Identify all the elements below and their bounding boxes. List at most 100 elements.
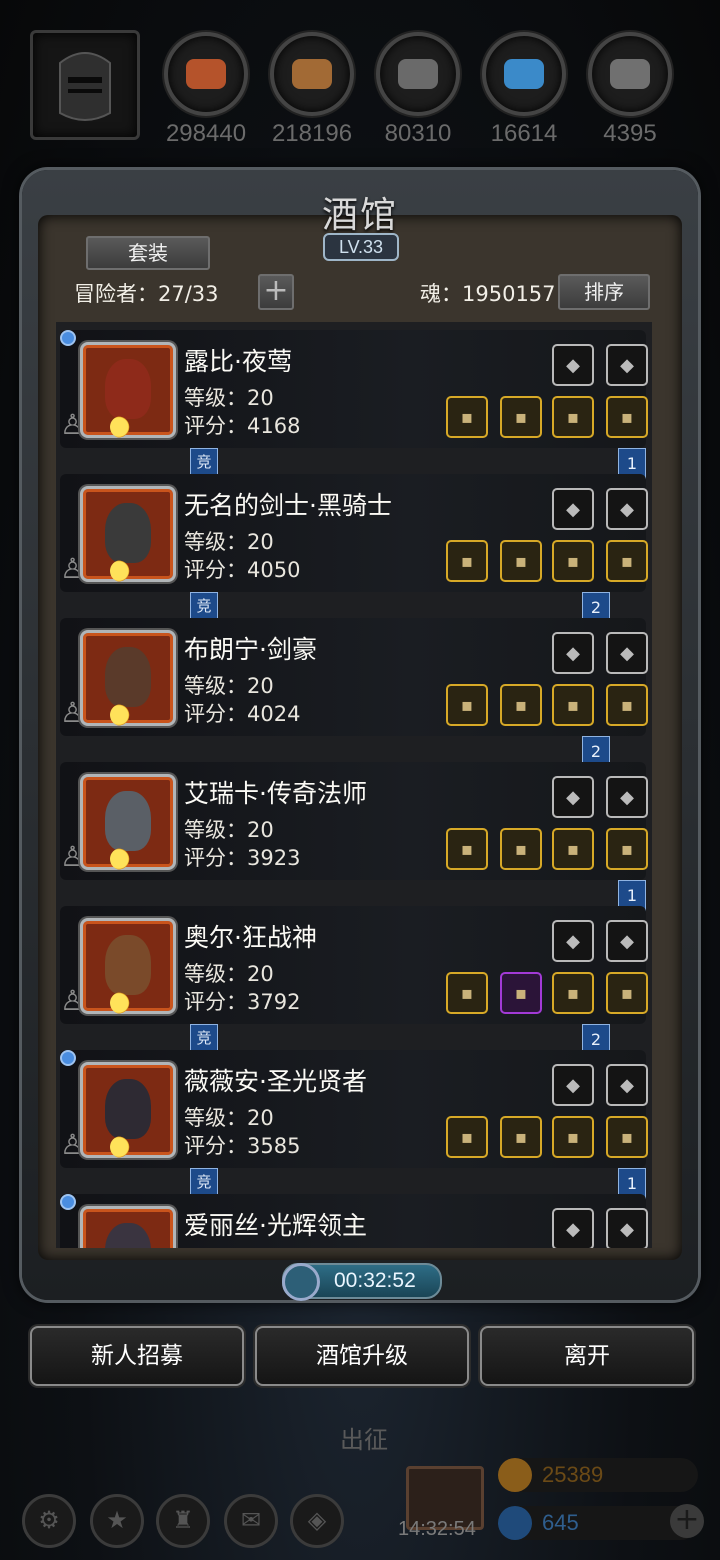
equipment-slot[interactable]: ▪: [606, 540, 648, 582]
suit-button[interactable]: 套装: [86, 236, 210, 270]
crystal-icon: [482, 32, 566, 116]
equipment-slot[interactable]: ▪: [606, 972, 648, 1014]
hero-score: 评分：4024: [184, 702, 301, 726]
equipment-slot[interactable]: ▪: [606, 1116, 648, 1158]
hero-card[interactable]: ♙爱丽丝·光辉领主◆◆: [60, 1194, 648, 1248]
accessory-slot[interactable]: ◆: [552, 920, 594, 962]
gem-icon: [498, 1506, 532, 1540]
new-dot-icon: [60, 330, 76, 346]
accessory-slot[interactable]: ◆: [552, 1208, 594, 1248]
refresh-timer: 00:32:52: [282, 1263, 442, 1301]
equipment-slot[interactable]: ▪: [500, 1116, 542, 1158]
resource-1[interactable]: 218196: [270, 32, 354, 148]
recruit-button[interactable]: 新人招募: [30, 1326, 244, 1386]
deploy-label[interactable]: 出征: [340, 1420, 388, 1455]
hero-level: 等级：20: [184, 818, 274, 842]
moon-icon: [110, 560, 132, 582]
accessory-slot[interactable]: ◆: [552, 632, 594, 674]
equipment-slot[interactable]: ▪: [446, 972, 488, 1014]
accessory-slot[interactable]: ◆: [606, 488, 648, 530]
wood-icon: [270, 32, 354, 116]
hero-list[interactable]: ♙ 露比·夜莺 等级：20 评分：4168 ◆ ◆ ▪ ▪ ▪ ▪ 竞 1 ♙ 无名的剑士·黑骑士 等级：2…: [56, 322, 652, 1248]
hero-portrait[interactable]: [80, 1206, 176, 1248]
equipment-slot[interactable]: ▪: [606, 396, 648, 438]
hero-card[interactable]: ♙ 奥尔·狂战神 等级：20 评分：3792 ◆ ◆ ▪ ▪ ▪ ▪: [60, 906, 648, 1024]
equipment-slot[interactable]: ▪: [552, 684, 594, 726]
equipment-slot[interactable]: ▪: [606, 828, 648, 870]
hero-score: 评分：3585: [184, 1134, 301, 1158]
equipment-slot[interactable]: ▪: [552, 828, 594, 870]
equipment-slot[interactable]: ▪: [500, 684, 542, 726]
equipment-slot[interactable]: ▪: [606, 684, 648, 726]
hero-name: 奥尔·狂战神: [184, 923, 317, 952]
accessory-slot[interactable]: ◆: [552, 488, 594, 530]
pose-icon: ♙: [60, 840, 86, 873]
accessory-slot[interactable]: ◆: [552, 344, 594, 386]
mail-nav-icon[interactable]: ✉: [224, 1494, 278, 1548]
resource-4[interactable]: 4395: [588, 32, 672, 148]
resource-2[interactable]: 80310: [376, 32, 460, 148]
settings-nav-icon[interactable]: ⚙: [22, 1494, 76, 1548]
hero-card[interactable]: ♙ 薇薇安·圣光贤者 等级：20 评分：3585 ◆ ◆ ▪ ▪ ▪ ▪: [60, 1050, 648, 1168]
add-slot-button[interactable]: +: [258, 274, 294, 310]
pose-icon: ♙: [60, 552, 86, 585]
equipment-slot[interactable]: ▪: [446, 828, 488, 870]
hero-card[interactable]: ♙ 艾瑞卡·传奇法师 等级：20 评分：3923 ◆ ◆ ▪ ▪ ▪ ▪: [60, 762, 648, 880]
hero-card[interactable]: ♙ 露比·夜莺 等级：20 评分：4168 ◆ ◆ ▪ ▪ ▪ ▪: [60, 330, 648, 448]
hero-name: 艾瑞卡·传奇法师: [184, 779, 367, 808]
sort-button[interactable]: 排序: [558, 274, 650, 310]
equipment-slot[interactable]: ▪: [552, 540, 594, 582]
resource-3[interactable]: 16614: [482, 32, 566, 148]
hero-score: 评分：3792: [184, 990, 301, 1014]
equipment-slot[interactable]: ▪: [446, 684, 488, 726]
resource-value: 16614: [490, 120, 558, 147]
gold-icon: [498, 1458, 532, 1492]
accessory-slot[interactable]: ◆: [606, 1208, 648, 1248]
plus-icon: +: [263, 273, 289, 308]
equipment-slot[interactable]: ▪: [500, 396, 542, 438]
hero-level: 等级：20: [184, 674, 274, 698]
hero-score: 评分：3923: [184, 846, 301, 870]
knight-helmet-icon: [59, 52, 111, 121]
equipment-slot[interactable]: ▪: [446, 1116, 488, 1158]
equipment-slot[interactable]: ▪: [552, 396, 594, 438]
gem-counter: 645: [498, 1506, 698, 1540]
accessory-slot[interactable]: ◆: [606, 344, 648, 386]
equipment-slot[interactable]: ▪: [500, 972, 542, 1014]
pose-icon: ♙: [60, 984, 86, 1017]
star-nav-icon[interactable]: ★: [90, 1494, 144, 1548]
new-dot-icon: [60, 1194, 76, 1210]
equipment-slot[interactable]: ▪: [446, 396, 488, 438]
castle-nav-icon[interactable]: ♜: [156, 1494, 210, 1548]
equipment-slot[interactable]: ▪: [500, 540, 542, 582]
accessory-slot[interactable]: ◆: [606, 776, 648, 818]
accessory-slot[interactable]: ◆: [606, 632, 648, 674]
hero-level: 等级：20: [184, 386, 274, 410]
pose-icon: ♙: [60, 1128, 86, 1161]
hero-level: 等级：20: [184, 1106, 274, 1130]
upgrade-tavern-button[interactable]: 酒馆升级: [255, 1326, 469, 1386]
equipment-slot[interactable]: ▪: [500, 828, 542, 870]
accessory-slot[interactable]: ◆: [552, 776, 594, 818]
equipment-slot[interactable]: ▪: [552, 1116, 594, 1158]
bag-nav-icon[interactable]: ◈: [290, 1494, 344, 1548]
hero-name: 露比·夜莺: [184, 347, 292, 376]
equipment-slot[interactable]: ▪: [446, 540, 488, 582]
accessory-slot[interactable]: ◆: [552, 1064, 594, 1106]
accessory-slot[interactable]: ◆: [606, 920, 648, 962]
moon-icon: [110, 992, 132, 1014]
hero-card[interactable]: ♙ 无名的剑士·黑骑士 等级：20 评分：4050 ◆ ◆ ▪ ▪ ▪ ▪: [60, 474, 648, 592]
moon-icon: [110, 416, 132, 438]
equipment-slot[interactable]: ▪: [552, 972, 594, 1014]
accessory-slot[interactable]: ◆: [606, 1064, 648, 1106]
hero-card[interactable]: ♙ 布朗宁·剑豪 等级：20 评分：4024 ◆ ◆ ▪ ▪ ▪ ▪: [60, 618, 648, 736]
hero-name: 薇薇安·圣光贤者: [184, 1067, 367, 1096]
leave-button[interactable]: 离开: [480, 1326, 694, 1386]
resource-value: 298440: [165, 120, 247, 147]
pose-icon: ♙: [60, 408, 86, 441]
add-currency-button[interactable]: +: [670, 1504, 704, 1538]
player-avatar[interactable]: [30, 30, 140, 140]
hero-score: 评分：4168: [184, 414, 301, 438]
resource-0[interactable]: 298440: [164, 32, 248, 148]
game-clock: 14:32:54: [398, 1518, 476, 1540]
